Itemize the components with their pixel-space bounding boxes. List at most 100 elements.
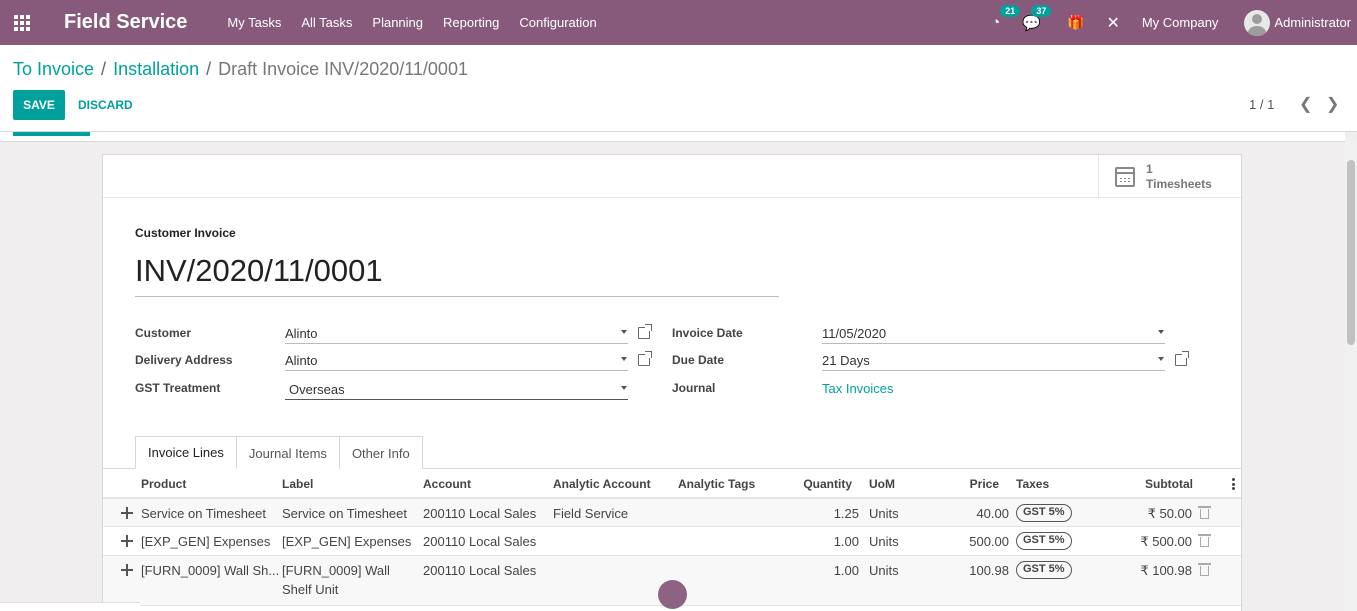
row-quantity[interactable]: 1.25: [783, 504, 859, 523]
row-price[interactable]: 40.00: [933, 504, 1009, 523]
delivery-address-value: Alinto: [285, 353, 318, 368]
gift-icon[interactable]: 🎁: [1067, 14, 1084, 31]
column-product[interactable]: Product: [141, 477, 186, 491]
row-label[interactable]: [FURN_0009] Wall Shelf Unit: [282, 561, 390, 599]
column-analytic-tags[interactable]: Analytic Tags: [678, 477, 755, 491]
column-label[interactable]: Label: [282, 477, 313, 491]
trash-icon[interactable]: [1198, 534, 1211, 547]
trash-icon[interactable]: [1198, 506, 1211, 519]
bottom-panel-edge: [0, 602, 140, 611]
row-label-line: [FURN_0009] Wall: [282, 563, 390, 578]
apps-menu-icon[interactable]: [0, 0, 44, 45]
menu-item-all-tasks[interactable]: All Tasks: [301, 15, 352, 30]
messages-chat-icon[interactable]: 💬 37: [1022, 4, 1052, 32]
row-product[interactable]: Service on Timesheet: [141, 504, 266, 523]
row-label-line: Shelf Unit: [282, 582, 339, 597]
column-uom[interactable]: UoM: [869, 477, 895, 491]
app-title: Field Service: [64, 11, 188, 33]
row-uom[interactable]: Units: [869, 532, 899, 551]
company-switcher[interactable]: My Company: [1142, 15, 1219, 30]
customer-field[interactable]: Alinto: [285, 324, 628, 344]
calendar-icon: [1115, 166, 1135, 187]
optional-columns-icon[interactable]: [1232, 478, 1235, 492]
row-account[interactable]: 200110 Local Sales: [423, 561, 536, 580]
tab-invoice-lines[interactable]: Invoice Lines: [135, 436, 237, 469]
delivery-address-label: Delivery Address: [135, 353, 233, 367]
external-link-icon[interactable]: [1175, 351, 1189, 366]
chevron-down-icon[interactable]: [621, 357, 627, 361]
journal-link[interactable]: Tax Invoices: [822, 381, 894, 396]
table-row[interactable]: Service on Timesheet Service on Timeshee…: [103, 499, 1241, 527]
main-menu: My Tasks All Tasks Planning Reporting Co…: [227, 15, 616, 30]
drag-handle-icon[interactable]: [121, 507, 133, 519]
row-quantity[interactable]: 1.00: [783, 561, 859, 580]
external-link-icon[interactable]: [638, 351, 652, 366]
invoice-date-field[interactable]: 11/05/2020: [822, 324, 1165, 344]
delivery-address-field[interactable]: Alinto: [285, 351, 628, 371]
invoice-date-label: Invoice Date: [672, 326, 743, 340]
external-link-icon[interactable]: [638, 324, 652, 339]
row-price[interactable]: 500.00: [933, 532, 1009, 551]
due-date-field[interactable]: 21 Days: [822, 351, 1165, 371]
column-subtotal[interactable]: Subtotal: [1103, 477, 1193, 491]
table-row[interactable]: [EXP_GEN] Expenses [EXP_GEN] Expenses 20…: [103, 527, 1241, 556]
timesheets-smart-button[interactable]: 1 Timesheets: [1098, 155, 1241, 198]
menu-item-reporting[interactable]: Reporting: [443, 15, 499, 30]
tax-badge[interactable]: GST 5%: [1016, 532, 1072, 550]
column-quantity[interactable]: Quantity: [783, 477, 852, 491]
menu-item-my-tasks[interactable]: My Tasks: [227, 15, 281, 30]
pager-previous-icon[interactable]: ❮: [1299, 94, 1312, 114]
column-analytic-account[interactable]: Analytic Account: [553, 477, 651, 491]
drag-handle-icon[interactable]: [121, 564, 133, 576]
row-account[interactable]: 200110 Local Sales: [423, 504, 536, 523]
row-uom[interactable]: Units: [869, 561, 899, 580]
user-avatar[interactable]: [1244, 9, 1271, 36]
chevron-down-icon[interactable]: [1158, 330, 1164, 334]
row-label[interactable]: Service on Timesheet: [282, 504, 407, 523]
trash-icon[interactable]: [1198, 563, 1211, 576]
row-product[interactable]: [FURN_0009] Wall Sh...: [141, 561, 279, 580]
row-price[interactable]: 100.98: [933, 561, 1009, 580]
status-strip: [0, 132, 1345, 142]
chevron-down-icon[interactable]: [1158, 357, 1164, 361]
tab-other-info[interactable]: Other Info: [338, 436, 423, 469]
row-label[interactable]: [EXP_GEN] Expenses: [282, 532, 411, 551]
row-uom[interactable]: Units: [869, 504, 899, 523]
debug-tools-icon[interactable]: ✕: [1106, 13, 1119, 33]
row-subtotal: ₹ 100.98: [1140, 563, 1192, 578]
status-active-indicator: [13, 132, 90, 136]
chevron-down-icon[interactable]: [621, 386, 627, 390]
column-account[interactable]: Account: [423, 477, 471, 491]
due-date-value: 21 Days: [822, 353, 870, 368]
tab-journal-items[interactable]: Journal Items: [235, 436, 340, 469]
row-account[interactable]: 200110 Local Sales: [423, 532, 536, 551]
save-button[interactable]: SAVE: [13, 90, 65, 120]
row-subtotal: ₹ 50.00: [1147, 506, 1192, 521]
button-box: 1 Timesheets: [103, 155, 1241, 198]
menu-item-planning[interactable]: Planning: [372, 15, 423, 30]
breadcrumb-installation[interactable]: Installation: [113, 59, 199, 80]
chevron-down-icon[interactable]: [621, 330, 627, 334]
control-panel: To Invoice / Installation / Draft Invoic…: [0, 45, 1357, 132]
breadcrumb-current: Draft Invoice INV/2020/11/0001: [218, 59, 468, 79]
column-taxes[interactable]: Taxes: [1016, 477, 1049, 491]
row-product[interactable]: [EXP_GEN] Expenses: [141, 532, 270, 551]
user-menu[interactable]: Administrator: [1274, 15, 1351, 30]
page-scrollbar[interactable]: [1345, 142, 1357, 611]
invoice-number-title: INV/2020/11/0001: [135, 253, 779, 297]
gst-treatment-select[interactable]: Overseas: [285, 380, 628, 400]
column-price[interactable]: Price: [933, 477, 999, 491]
drag-handle-icon[interactable]: [121, 535, 133, 547]
scrollbar-thumb[interactable]: [1347, 160, 1355, 345]
menu-item-configuration[interactable]: Configuration: [519, 15, 596, 30]
invoice-date-value: 11/05/2020: [822, 326, 887, 341]
breadcrumb-to-invoice[interactable]: To Invoice: [13, 59, 94, 80]
row-quantity[interactable]: 1.00: [783, 532, 859, 551]
tax-badge[interactable]: GST 5%: [1016, 504, 1072, 522]
tax-badge[interactable]: GST 5%: [1016, 561, 1072, 579]
top-navbar: Field Service My Tasks All Tasks Plannin…: [0, 0, 1357, 45]
pager-next-icon[interactable]: ❯: [1326, 94, 1339, 114]
discard-button[interactable]: DISCARD: [78, 98, 133, 112]
activities-clock-icon[interactable]: ◔ 21: [991, 5, 1021, 31]
row-analytic-account[interactable]: Field Service: [553, 504, 628, 523]
